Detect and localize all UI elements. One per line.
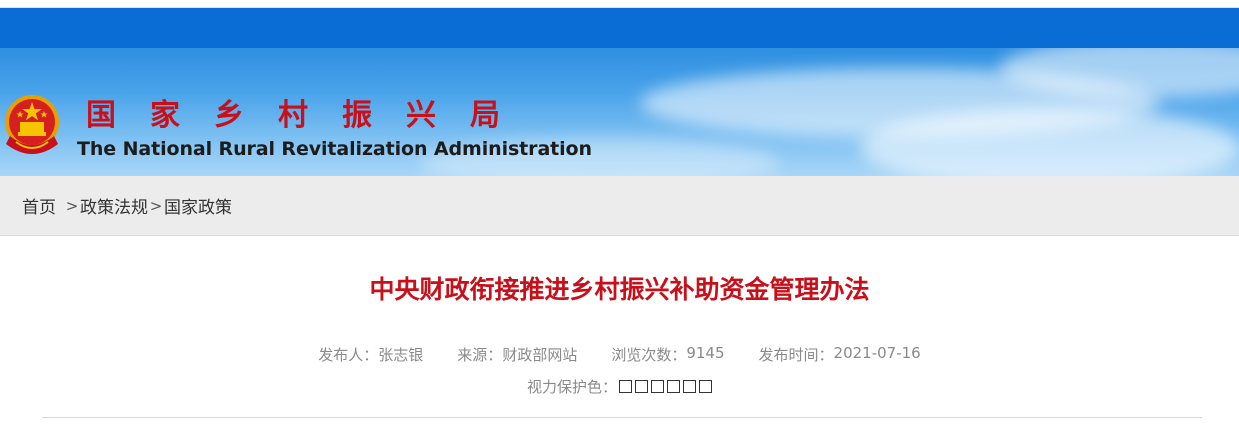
national-emblem-icon[interactable] [2,92,62,158]
meta-date-value: 2021-07-16 [833,344,921,362]
eye-protection-swatch[interactable] [619,379,632,393]
site-title-cn[interactable]: 国家乡村振兴局 [86,96,534,136]
eye-protection-swatch[interactable] [667,379,680,393]
eye-protection-swatch[interactable] [651,379,664,393]
meta-publisher: 发布人： 张志银 [318,344,423,366]
breadcrumb-home-link[interactable]: 首页 [22,193,56,218]
meta-views: 浏览次数： 9145 [611,344,724,366]
meta-publisher-value: 张志银 [378,346,424,364]
breadcrumb-bar: 首页 > 政策法规 > 国家政策 [0,176,1239,236]
meta-publisher-label: 发布人： [318,346,379,364]
top-strip [0,0,1239,8]
meta-date-label: 发布时间： [758,346,834,364]
eye-protection-label: 视力保护色： [526,377,617,396]
meta-source: 来源： 财政部网站 [457,344,577,366]
meta-views-label: 浏览次数： [611,346,687,364]
breadcrumb-national-policy-link[interactable]: 国家政策 [164,193,232,218]
eye-protection-swatch[interactable] [683,379,696,393]
site-title-en[interactable]: The National Rural Revitalization Admini… [77,136,592,162]
meta-views-value: 9145 [686,344,725,362]
breadcrumb: 首页 > 政策法规 > 国家政策 [22,176,232,235]
article-meta: 发布人： 张志银 来源： 财政部网站 浏览次数： 9145 发布时间： 2021-07-… [0,344,1239,366]
chevron-right-icon: > [149,196,163,215]
article-title: 中央财政衔接推进乡村振兴补助资金管理办法 [369,275,870,304]
meta-source-label: 来源： [457,346,503,364]
breadcrumb-policy-link[interactable]: 政策法规 [80,193,148,218]
eye-protection-row: 视力保护色： [0,375,1239,397]
meta-date: 发布时间： 2021-07-16 [759,344,921,366]
eye-protection-swatch[interactable] [699,379,712,393]
content-divider [42,417,1202,418]
chevron-right-icon: > [65,196,79,215]
top-nav-bar [0,8,1239,48]
eye-protection-swatch[interactable] [635,379,648,393]
eye-protection-swatches [619,379,712,393]
meta-source-value: 财政部网站 [502,346,578,364]
